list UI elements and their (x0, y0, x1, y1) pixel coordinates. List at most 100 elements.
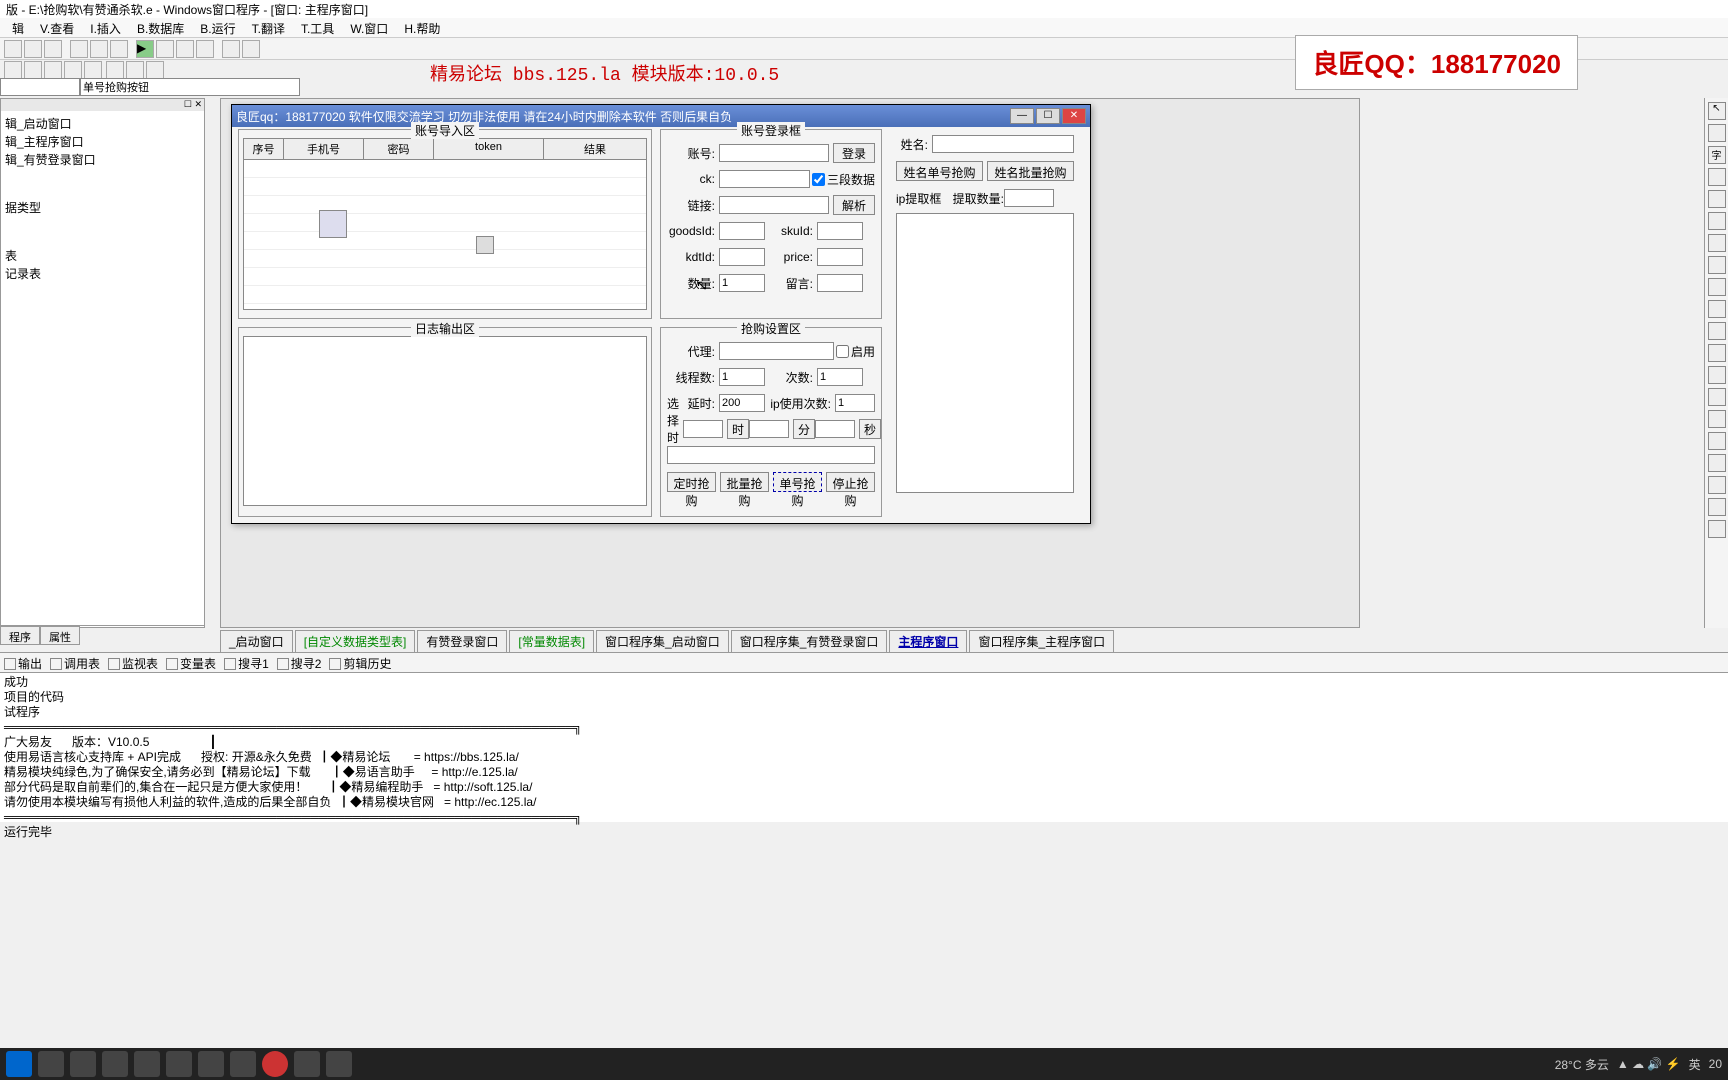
editor-tab[interactable]: _启动窗口 (220, 630, 293, 652)
toolbar-btn[interactable] (106, 61, 124, 79)
toolbar-btn[interactable] (44, 40, 62, 58)
weather[interactable]: 28°C 多云 (1555, 1056, 1609, 1073)
tab-watch[interactable]: 监视表 (108, 655, 158, 672)
btn-name-single[interactable]: 姓名单号抢购 (896, 161, 983, 181)
input-ip-count[interactable] (1004, 189, 1054, 207)
btn-hour[interactable]: 时 (727, 419, 749, 439)
palette-btn[interactable] (1708, 168, 1726, 186)
input-name[interactable] (932, 135, 1074, 153)
toolbar-btn[interactable] (90, 40, 108, 58)
palette-btn[interactable] (1708, 454, 1726, 472)
tree-item[interactable]: 辑_启动窗口 (5, 115, 200, 133)
toolbar-run[interactable]: ▶ (136, 40, 154, 58)
tree-section[interactable]: 据类型 (5, 199, 200, 217)
toolbar-btn[interactable] (222, 40, 240, 58)
toolbar-btn[interactable] (242, 40, 260, 58)
tab-properties[interactable]: 属性 (40, 626, 80, 645)
system-tray[interactable]: 28°C 多云 ▲ ☁ 🔊 ⚡ 英 20 (1555, 1056, 1722, 1073)
palette-btn[interactable] (1708, 322, 1726, 340)
toolbar-btn[interactable] (44, 61, 62, 79)
app-icon[interactable] (166, 1051, 192, 1077)
input-min[interactable] (749, 420, 789, 438)
app-icon[interactable] (70, 1051, 96, 1077)
input-qty[interactable] (719, 274, 765, 292)
input-ck[interactable] (719, 170, 810, 188)
col-token[interactable]: token (434, 139, 544, 159)
app-icon[interactable] (134, 1051, 160, 1077)
menu-window[interactable]: W.窗口 (342, 18, 396, 37)
app-icon[interactable] (326, 1051, 352, 1077)
tree-item[interactable]: 辑_主程序窗口 (5, 133, 200, 151)
menu-help[interactable]: H.帮助 (396, 18, 448, 37)
editor-tab[interactable]: [自定义数据类型表] (295, 630, 416, 652)
btn-single-buy[interactable]: 单号抢购 (773, 472, 822, 492)
tab-calls[interactable]: 调用表 (50, 655, 100, 672)
input-result[interactable] (667, 446, 875, 464)
toolbar-btn[interactable] (110, 40, 128, 58)
toolbar-btn[interactable] (24, 61, 42, 79)
palette-btn[interactable]: 字 (1708, 146, 1726, 164)
tree-item[interactable]: 辑_有赞登录窗口 (5, 151, 200, 169)
clock[interactable]: 20 (1709, 1057, 1722, 1071)
project-tree[interactable]: 辑_启动窗口 辑_主程序窗口 辑_有赞登录窗口 据类型 表 记录表 (1, 111, 204, 287)
menu-edit[interactable]: 辑 (4, 18, 32, 37)
toolbar-btn[interactable] (146, 61, 164, 79)
menu-database[interactable]: B.数据库 (129, 18, 192, 37)
close-icon[interactable]: ✕ (1062, 108, 1086, 124)
palette-btn[interactable] (1708, 278, 1726, 296)
checkbox-enable[interactable] (836, 345, 849, 358)
tab-search2[interactable]: 搜寻2 (277, 655, 322, 672)
input-skuid[interactable] (817, 222, 863, 240)
input-times[interactable] (817, 368, 863, 386)
combo-control[interactable]: 单号抢购按钮 (80, 78, 300, 96)
input-threads[interactable] (719, 368, 765, 386)
input-delay[interactable] (719, 394, 765, 412)
btn-stop-buy[interactable]: 停止抢购 (826, 472, 875, 492)
palette-btn[interactable] (1708, 520, 1726, 538)
form-titlebar[interactable]: 良匠qq：188177020 软件仅限交流学习 切勿非法使用 请在24小时内删除… (232, 105, 1090, 127)
output-console[interactable]: 成功 项目的代码 试程序 ═══════════════════════════… (0, 672, 1728, 822)
toolbar-btn[interactable] (4, 61, 22, 79)
btn-min[interactable]: 分 (793, 419, 815, 439)
input-ip-times[interactable] (835, 394, 875, 412)
login-button[interactable]: 登录 (833, 143, 875, 163)
start-icon[interactable] (6, 1051, 32, 1077)
toolbar-btn[interactable] (4, 40, 22, 58)
image-placeholder-icon[interactable] (319, 210, 347, 238)
tray-icons[interactable]: ▲ ☁ 🔊 ⚡ (1617, 1057, 1681, 1071)
app-icon[interactable] (294, 1051, 320, 1077)
palette-btn[interactable] (1708, 498, 1726, 516)
col-seq[interactable]: 序号 (244, 139, 284, 159)
btn-name-batch[interactable]: 姓名批量抢购 (987, 161, 1074, 181)
tab-search1[interactable]: 搜寻1 (224, 655, 269, 672)
editor-tab[interactable]: 窗口程序集_有赞登录窗口 (731, 630, 888, 652)
table-body[interactable] (243, 160, 647, 310)
tab-clip[interactable]: 剪辑历史 (329, 655, 391, 672)
ime[interactable]: 英 (1689, 1056, 1701, 1073)
editor-tab[interactable]: 窗口程序集_启动窗口 (596, 630, 729, 652)
palette-btn[interactable] (1708, 476, 1726, 494)
palette-btn[interactable] (1708, 432, 1726, 450)
editor-tab[interactable]: 窗口程序集_主程序窗口 (969, 630, 1114, 652)
palette-btn[interactable] (1708, 410, 1726, 428)
input-hour[interactable] (683, 420, 723, 438)
col-phone[interactable]: 手机号 (284, 139, 364, 159)
menu-insert[interactable]: I.插入 (82, 18, 129, 37)
menu-view[interactable]: V.查看 (32, 18, 82, 37)
combo-left[interactable] (0, 78, 80, 96)
toolbar-btn[interactable] (126, 61, 144, 79)
panel-close[interactable]: ☐ ✕ (1, 99, 204, 111)
log-textarea[interactable] (243, 336, 647, 506)
editor-tab[interactable]: [常量数据表] (509, 630, 594, 652)
maximize-icon[interactable]: ☐ (1036, 108, 1060, 124)
input-account[interactable] (719, 144, 829, 162)
toolbar-btn[interactable] (84, 61, 102, 79)
col-result[interactable]: 结果 (544, 139, 646, 159)
col-pwd[interactable]: 密码 (364, 139, 434, 159)
tree-item[interactable]: 表 (5, 247, 200, 265)
toolbar-btn[interactable] (24, 40, 42, 58)
btn-batch-buy[interactable]: 批量抢购 (720, 472, 769, 492)
timer-icon[interactable] (476, 236, 494, 254)
tab-program[interactable]: 程序 (0, 626, 40, 645)
input-msg[interactable] (817, 274, 863, 292)
